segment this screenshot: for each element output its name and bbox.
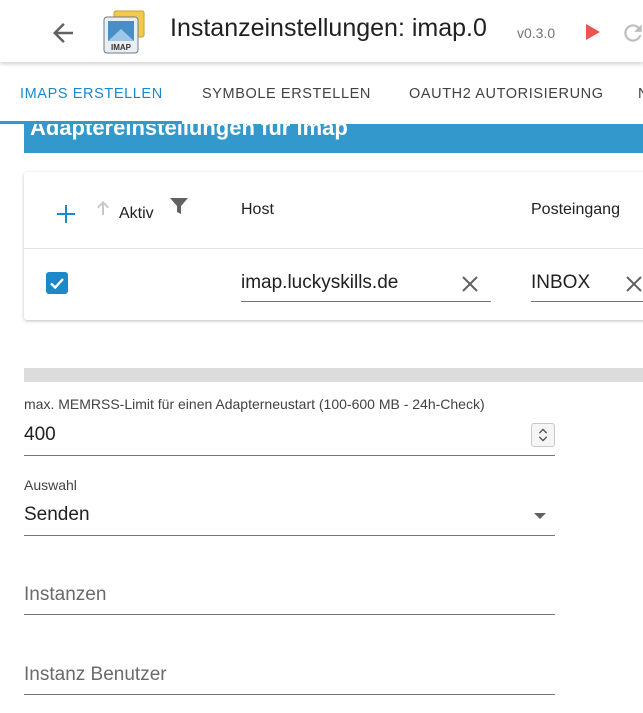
column-header-aktiv[interactable]: Aktiv [119,205,154,223]
auswahl-label: Auswahl [24,477,77,493]
column-header-host: Host [241,201,274,218]
sort-arrow-up-icon[interactable] [95,199,111,217]
page-title: Instanzeinstellungen: imap.0 [170,14,487,42]
memrss-label: max. MEMRSS-Limit für einen Adapterneust… [24,396,485,412]
section-banner: Adaptereinstellungen für imap [24,124,643,153]
instanzen-placeholder: Instanzen [24,584,107,605]
auswahl-value: Senden [24,504,90,525]
instanz-benutzer-select[interactable]: Instanz Benutzer [24,658,555,695]
filter-icon[interactable] [168,195,190,217]
version-label: v0.3.0 [517,25,556,41]
play-icon[interactable] [582,22,602,42]
tab-imaps-erstellen[interactable]: IMAPS ERSTELLEN [20,86,163,102]
row-aktiv-checkbox[interactable] [46,272,68,294]
number-spinner[interactable] [531,423,555,447]
svg-text:IMAP: IMAP [111,43,132,52]
arrow-left-icon[interactable] [48,18,78,48]
host-input[interactable]: imap.luckyskills.de [241,266,491,302]
instanz-benutzer-placeholder: Instanz Benutzer [24,664,167,685]
horizontal-scrollbar[interactable] [24,368,643,382]
memrss-input[interactable]: 400 [24,420,555,456]
spinner-arrows-icon [538,428,548,442]
app-bar: IMAP Instanzeinstellungen: imap.0 v0.3.0 [0,0,643,62]
reload-icon[interactable] [620,20,643,46]
posteingang-input[interactable]: INBOX [531,266,643,302]
chevron-down-icon[interactable] [530,508,550,524]
clear-host-icon[interactable] [461,275,479,293]
column-header-posteingang: Posteingang [531,201,620,218]
posteingang-value: INBOX [531,272,591,293]
tab-symbole-erstellen[interactable]: SYMBOLE ERSTELLEN [202,86,371,102]
memrss-value: 400 [24,424,56,445]
header-divider [24,248,643,249]
tab-next[interactable]: N [638,86,643,102]
tab-bar: IMAPS ERSTELLEN SYMBOLE ERSTELLEN OAUTH2… [0,62,643,124]
instanzen-select[interactable]: Instanzen [24,578,555,615]
host-value: imap.luckyskills.de [241,272,399,293]
clear-posteingang-icon[interactable] [625,275,643,293]
auswahl-select[interactable]: Senden [24,500,555,536]
check-icon [50,278,64,290]
section-banner-title: Adaptereinstellungen für imap [30,124,348,140]
imap-logo-icon: IMAP [103,10,145,54]
tab-oauth2-autorisierung[interactable]: OAUTH2 AUTORISIERUNG [409,86,604,102]
add-icon[interactable] [55,203,77,225]
